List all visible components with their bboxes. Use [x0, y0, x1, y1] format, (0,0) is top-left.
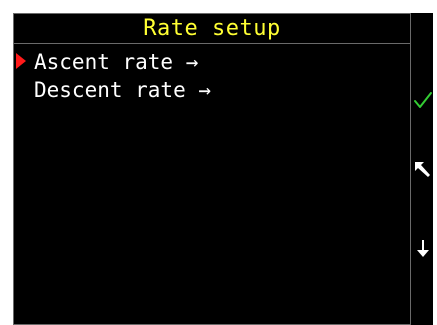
back-button[interactable] — [412, 158, 433, 182]
menu-item-label: Ascent rate → — [34, 50, 199, 74]
menu-list: Ascent rate → Descent rate → — [14, 48, 410, 104]
arrow-down-icon — [417, 240, 429, 257]
check-icon — [414, 92, 432, 108]
menu-item-label: Descent rate → — [34, 78, 212, 102]
device-screen: Rate setup Ascent rate → Descent rate → — [13, 13, 433, 325]
confirm-button[interactable] — [412, 87, 433, 113]
menu-item-descent-rate[interactable]: Descent rate → — [14, 76, 410, 104]
selection-cursor-icon — [16, 53, 26, 69]
page-title: Rate setup — [14, 14, 410, 44]
menu-panel: Rate setup Ascent rate → Descent rate → — [13, 13, 411, 325]
next-button[interactable] — [412, 237, 433, 261]
menu-item-ascent-rate[interactable]: Ascent rate → — [14, 48, 410, 76]
arrow-up-left-icon — [415, 162, 430, 177]
